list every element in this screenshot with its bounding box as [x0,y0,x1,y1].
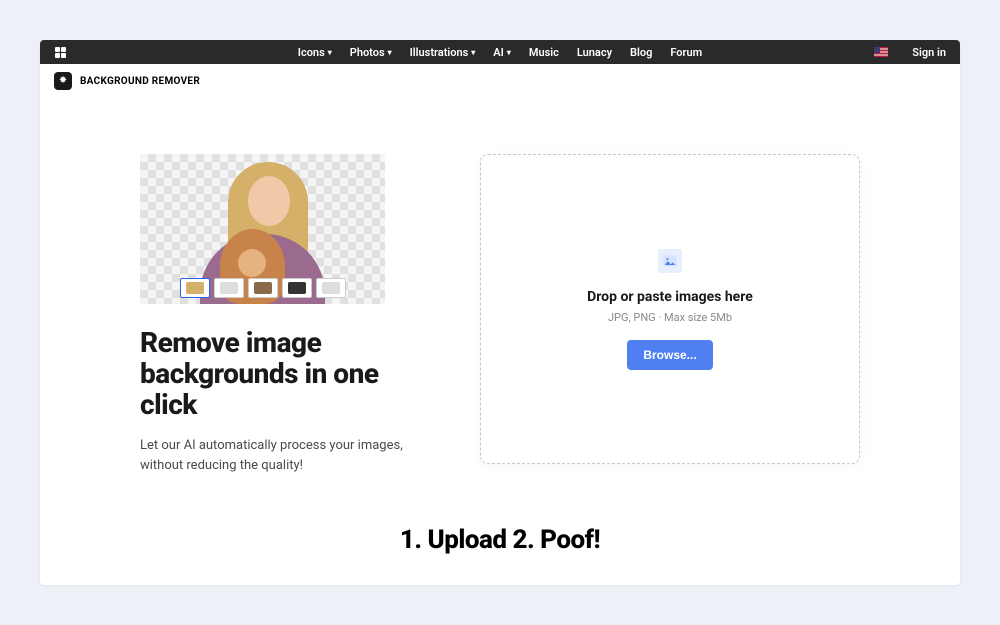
nav-forum[interactable]: Forum [670,46,702,59]
nav-blog[interactable]: Blog [630,46,652,59]
thumbnail-3[interactable] [248,278,278,298]
thumbnail-2[interactable] [214,278,244,298]
main-content: Remove image backgrounds in one click Le… [40,98,960,505]
nav-links: Icons▾ Photos▾ Illustrations▾ AI▾ Music … [298,46,702,59]
thumbnail-1[interactable] [180,278,210,298]
nav-icons[interactable]: Icons▾ [298,46,332,59]
hero-section: Remove image backgrounds in one click Le… [140,154,420,475]
hero-subtext: Let our AI automatically process your im… [140,436,420,475]
preview-thumbnails [180,278,346,298]
nav-ai[interactable]: AI▾ [493,46,511,59]
chevron-down-icon: ▾ [388,48,392,57]
subheader: BACKGROUND REMOVER [40,64,960,98]
signin-link[interactable]: Sign in [912,46,946,59]
page-title: BACKGROUND REMOVER [80,76,200,87]
thumbnail-5[interactable] [316,278,346,298]
nav-lunacy[interactable]: Lunacy [577,46,612,59]
chevron-down-icon: ▾ [471,48,475,57]
chevron-down-icon: ▾ [328,48,332,57]
dropzone-title: Drop or paste images here [587,289,753,305]
bg-remover-app-icon [54,72,72,90]
image-upload-icon [658,249,682,273]
nav-illustrations[interactable]: Illustrations▾ [410,46,476,59]
dropzone-subtitle: JPG, PNG · Max size 5Mb [608,311,732,324]
hero-headline: Remove image backgrounds in one click [140,328,420,420]
app-container: Icons▾ Photos▾ Illustrations▾ AI▾ Music … [40,40,960,585]
top-navbar: Icons▾ Photos▾ Illustrations▾ AI▾ Music … [40,40,960,64]
dropzone[interactable]: Drop or paste images here JPG, PNG · Max… [480,154,860,464]
steps-heading: 1. Upload 2. Poof! [40,505,960,585]
thumbnail-4[interactable] [282,278,312,298]
nav-music[interactable]: Music [529,46,559,59]
nav-photos[interactable]: Photos▾ [350,46,392,59]
browse-button[interactable]: Browse... [627,340,712,370]
upload-panel: Drop or paste images here JPG, PNG · Max… [480,154,860,464]
language-flag-us-icon[interactable] [874,47,888,57]
hero-preview-image [140,154,385,304]
chevron-down-icon: ▾ [507,48,511,57]
brand-logo-icon[interactable] [54,46,66,58]
